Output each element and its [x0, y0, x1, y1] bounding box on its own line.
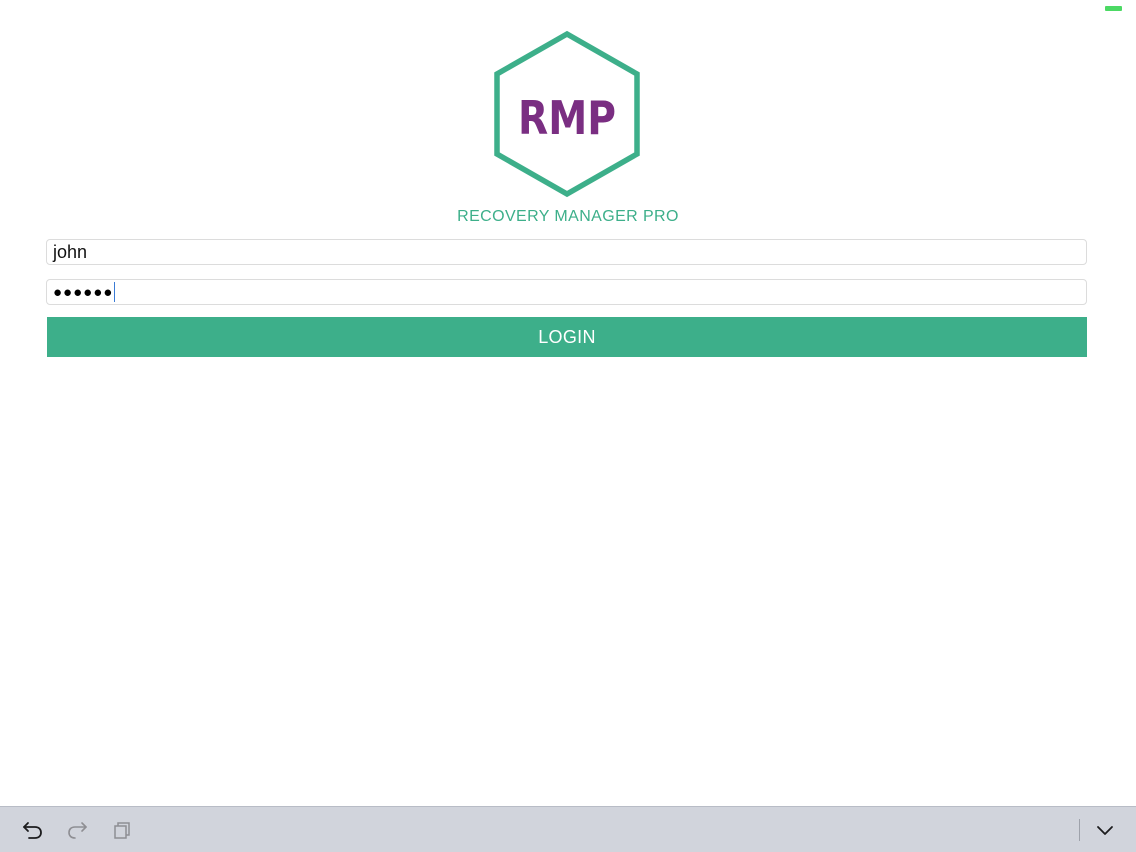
login-button[interactable]: LOGIN: [47, 317, 1087, 357]
battery-indicator: [1105, 6, 1122, 11]
login-screen: RMP RECOVERY MANAGER PRO john ●●●●●● LOG…: [0, 0, 1136, 852]
rmp-logo: RMP: [494, 30, 640, 198]
password-value: ●●●●●●: [53, 283, 114, 301]
keyboard-toolbar: [0, 806, 1136, 852]
toolbar-divider: [1079, 819, 1080, 841]
username-value: john: [53, 241, 88, 262]
paste-button[interactable]: [110, 818, 134, 842]
redo-button[interactable]: [65, 818, 89, 842]
undo-button[interactable]: [21, 818, 45, 842]
text-caret: [114, 282, 116, 302]
redo-icon: [68, 822, 87, 839]
dismiss-keyboard-button[interactable]: [1093, 818, 1117, 842]
app-name: RECOVERY MANAGER PRO: [457, 208, 679, 225]
dismiss-keyboard-icon: [1097, 826, 1113, 835]
logo-text: RMP: [518, 91, 616, 145]
paste-icon: [114, 822, 130, 839]
undo-icon: [23, 822, 42, 839]
username-field[interactable]: john: [46, 239, 1087, 265]
password-field[interactable]: ●●●●●●: [46, 279, 1087, 305]
